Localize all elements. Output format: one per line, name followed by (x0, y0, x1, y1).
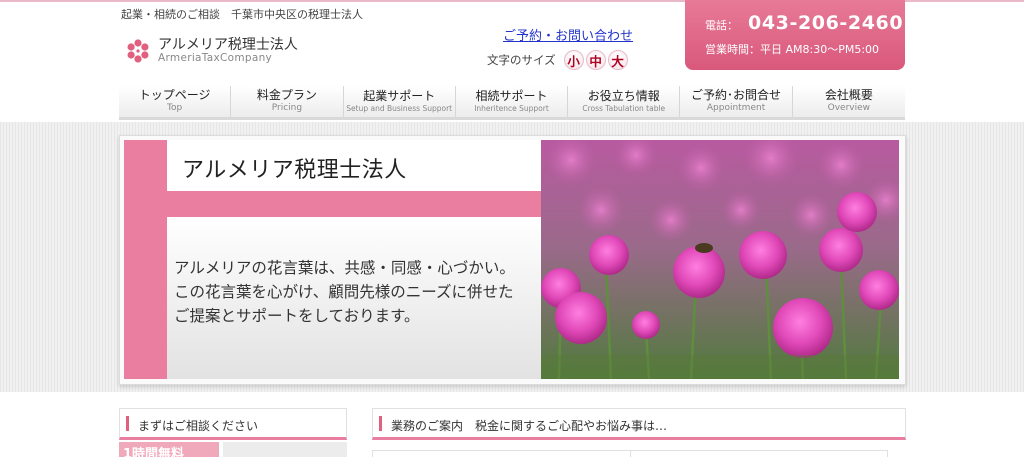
font-size-label: 文字のサイズ (487, 53, 556, 67)
services-heading-text: 業務のご案内 税金に関するご心配やお悩み事は… (391, 419, 668, 433)
hero-pink-band (167, 191, 541, 217)
nav-sublabel: Inheritence Support (474, 103, 549, 113)
font-size-medium-button[interactable]: 中 (585, 50, 606, 70)
nav-item-pricing[interactable]: 料金プラン Pricing (231, 86, 344, 117)
nav-sublabel: Cross Tabulation table (582, 103, 666, 113)
nav-item-overview[interactable]: 会社概要 Overview (793, 86, 905, 117)
hero-message-line: ご提案とサポートをしております。 (174, 307, 420, 325)
banner-right-block (223, 442, 347, 457)
nav-item-inheritance-support[interactable]: 相続サポート Inheritence Support (456, 86, 569, 117)
site-tagline: 起業・相続のご相談 千葉市中央区の税理士法人 (121, 8, 363, 21)
flower-logo-icon (127, 39, 149, 63)
nav-item-appointment[interactable]: ご予約･お問合せ Appointment (680, 86, 793, 117)
nav-label: 会社概要 (824, 88, 873, 103)
font-size-large-button[interactable]: 大 (607, 50, 628, 70)
nav-label: トップページ (138, 88, 211, 103)
hero-message-line: この花言葉を心がけ、顧問先様のニーズに併せた (174, 283, 514, 301)
nav-sublabel: Top (167, 103, 183, 114)
consultation-heading: まずはご相談ください (119, 408, 347, 440)
hero-message-line: アルメリアの花言葉は、共感・同感・心づかい。 (174, 259, 515, 277)
global-nav: トップページ Top 料金プラン Pricing 起業サポート Setup an… (119, 86, 905, 120)
nav-item-business-support[interactable]: 起業サポート Setup and Business Support (344, 86, 456, 117)
logo-subtitle: ArmeriaTaxCompany (158, 51, 273, 64)
phone-box: 電話： 043-206-2460 営業時間：平日 AM8:30～PM5:00 (685, 0, 905, 70)
logo-name: アルメリア税理士法人 (158, 36, 298, 53)
nav-sublabel: Appointment (706, 103, 766, 114)
site-logo[interactable]: アルメリア税理士法人 ArmeriaTaxCompany (124, 37, 298, 65)
nav-sublabel: Overview (827, 103, 871, 114)
phone-label: 電話： (705, 19, 738, 32)
font-size-small-button[interactable]: 小 (563, 50, 584, 70)
free-consultation-banner[interactable]: 1時間無料 (119, 442, 347, 457)
grid-divider (630, 451, 631, 457)
armeria-flower-photo (541, 140, 899, 379)
nav-item-useful-info[interactable]: お役立ち情報 Cross Tabulation table (568, 86, 681, 117)
heading-accent-bar (379, 416, 382, 431)
nav-sublabel: Pricing (271, 103, 303, 114)
nav-label: お役立ち情報 (587, 89, 660, 104)
nav-label: 起業サポート (363, 89, 436, 104)
heading-accent-bar (126, 416, 129, 431)
nav-item-top[interactable]: トップページ Top (119, 86, 232, 117)
business-hours: 営業時間：平日 AM8:30～PM5:00 (705, 43, 880, 56)
hero-pink-stripe (124, 140, 167, 379)
free-consultation-text: 1時間無料 (119, 442, 219, 457)
services-heading: 業務のご案内 税金に関するご心配やお悩み事は… (372, 408, 906, 440)
nav-label: ご予約･お問合せ (691, 88, 782, 103)
bee-icon (695, 243, 713, 253)
phone-number[interactable]: 043-206-2460 (748, 12, 903, 34)
services-grid (372, 450, 888, 457)
contact-link[interactable]: ご予約・お問い合わせ (503, 25, 633, 44)
hero-title: アルメリア税理士法人 (182, 158, 407, 183)
nav-sublabel: Setup and Business Support (346, 103, 453, 113)
consultation-heading-text: まずはご相談ください (138, 419, 259, 433)
nav-label: 相続サポート (475, 89, 548, 104)
nav-label: 料金プラン (256, 88, 317, 103)
hero-message: アルメリアの花言葉は、共感・同感・心づかい。 この花言葉を心がけ、顧問先様のニー… (174, 256, 542, 328)
font-size-switcher: 文字のサイズ 小 中 大 (487, 50, 628, 70)
